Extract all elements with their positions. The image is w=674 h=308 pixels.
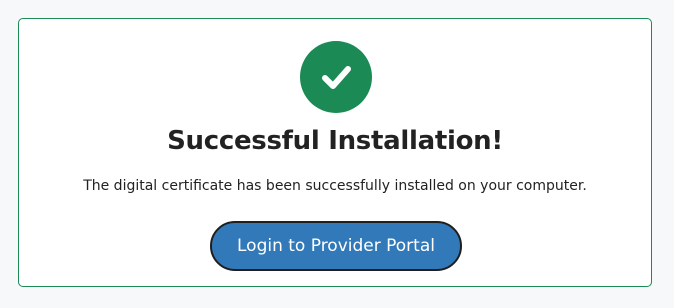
checkmark-icon <box>322 66 351 89</box>
login-provider-portal-button[interactable]: Login to Provider Portal <box>210 221 462 271</box>
check-circle-icon <box>300 41 372 113</box>
success-title: Successful Installation! <box>167 126 503 156</box>
success-card: Successful Installation! The digital cer… <box>18 18 652 287</box>
success-message: The digital certificate has been success… <box>83 178 587 194</box>
